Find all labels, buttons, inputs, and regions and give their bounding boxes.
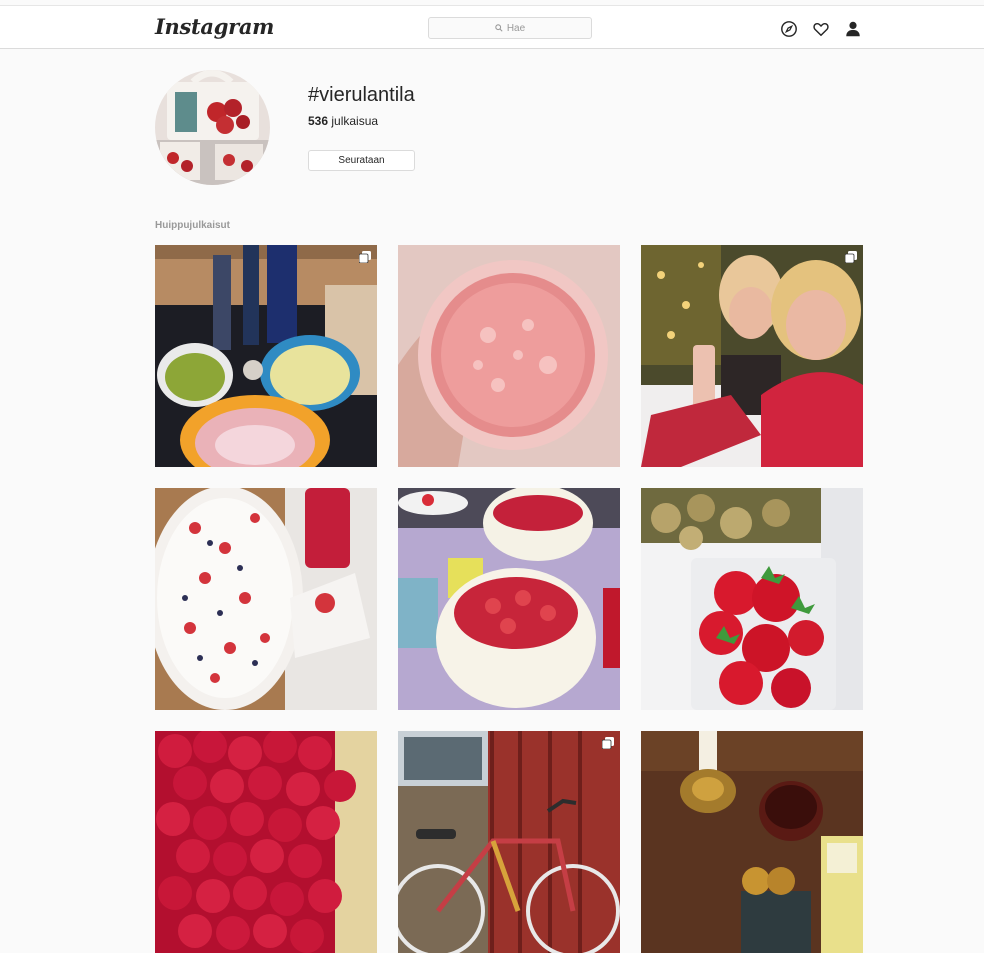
post-image — [641, 731, 863, 953]
top-navbar: Instagram Hae — [0, 6, 984, 49]
hashtag-avatar — [155, 70, 270, 185]
multiple-photos-icon — [602, 737, 614, 749]
post-strawberry-cakes[interactable] — [398, 488, 620, 710]
post-image — [398, 488, 620, 710]
multiple-photos-icon — [359, 251, 371, 263]
post-berry-pie[interactable] — [155, 488, 377, 710]
post-image — [641, 488, 863, 710]
instagram-logo[interactable]: Instagram — [155, 14, 274, 39]
top-posts-heading: Huippujulkaisut — [155, 220, 230, 231]
post-count-number: 536 — [308, 114, 329, 128]
multiple-photos-icon — [845, 251, 857, 263]
hashtag-title: #vierulantila — [308, 84, 415, 106]
person-icon[interactable] — [844, 20, 862, 38]
heart-icon[interactable] — [812, 20, 830, 38]
post-image — [155, 731, 377, 953]
post-raspberries[interactable] — [155, 731, 377, 953]
compass-icon[interactable] — [780, 20, 798, 38]
post-strawberries-potatoes[interactable] — [641, 488, 863, 710]
post-image — [155, 245, 377, 467]
post-vegetables-bottles[interactable] — [155, 245, 377, 467]
post-count-label: julkaisua — [331, 114, 379, 128]
post-count: 536 julkaisua — [308, 114, 378, 128]
search-placeholder: Hae — [506, 22, 526, 34]
post-bicycle[interactable] — [398, 731, 620, 953]
post-smoothie-glass[interactable] — [398, 245, 620, 467]
post-two-women-wine[interactable] — [641, 245, 863, 467]
search-input[interactable]: Hae — [428, 17, 592, 39]
post-image — [398, 245, 620, 467]
post-candle-table[interactable] — [641, 731, 863, 953]
post-image — [641, 245, 863, 467]
nav-icons — [780, 20, 862, 38]
search-icon — [495, 24, 503, 32]
following-button[interactable]: Seurataan — [308, 150, 415, 171]
post-image — [398, 731, 620, 953]
post-image — [155, 488, 377, 710]
